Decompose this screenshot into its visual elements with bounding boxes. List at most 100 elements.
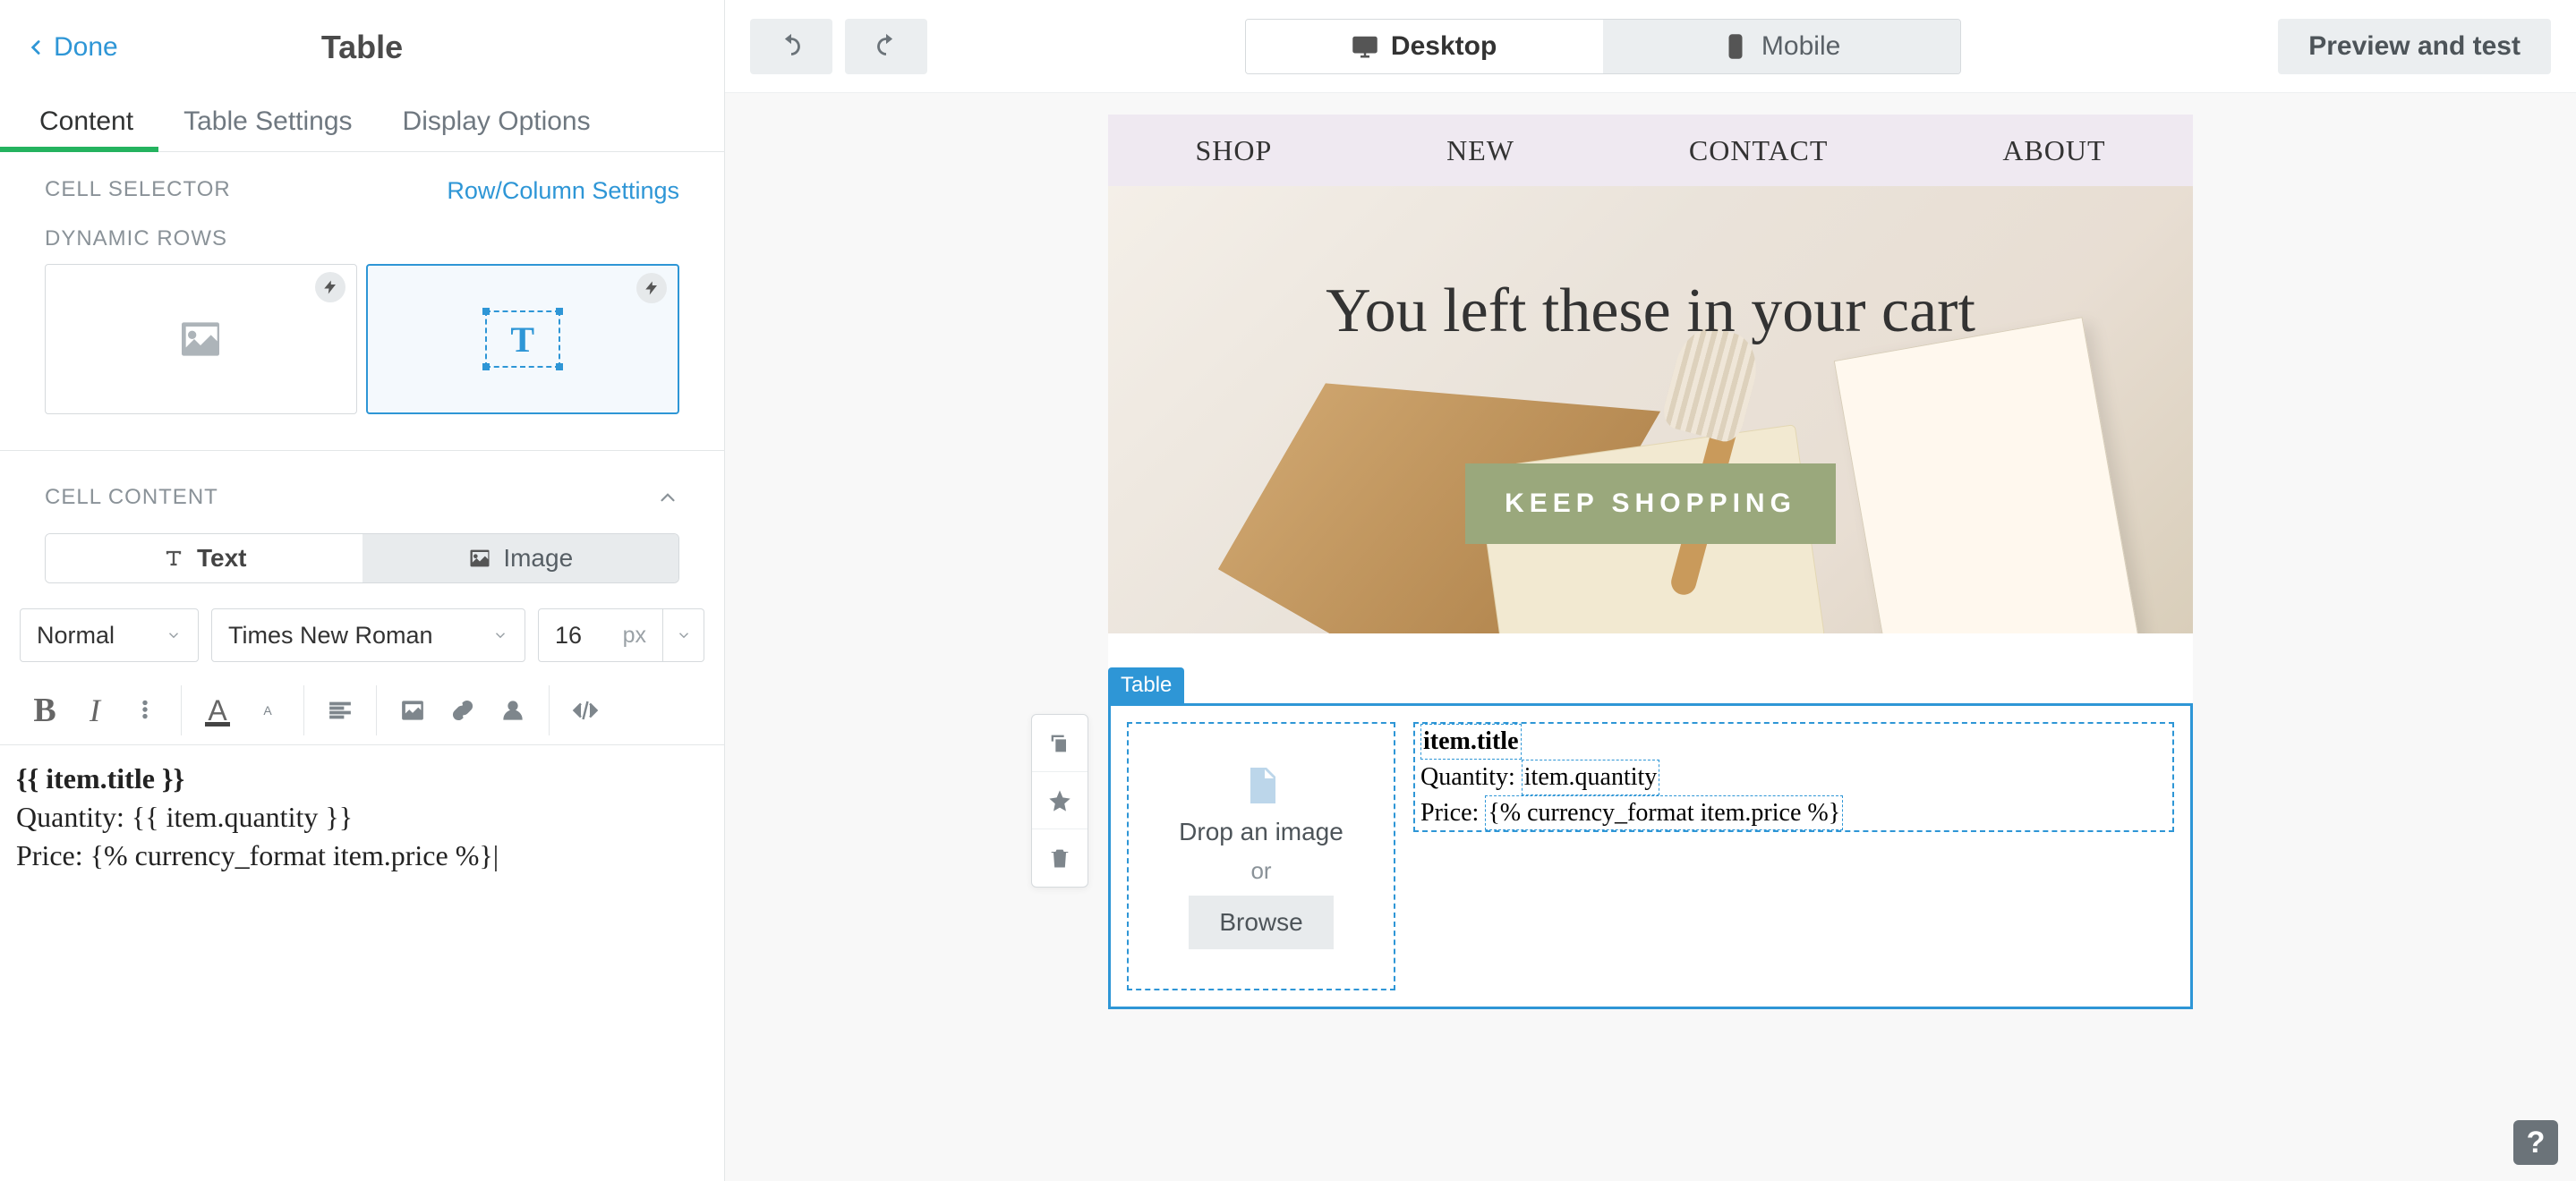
block-delete-button[interactable] — [1032, 829, 1088, 887]
qty-prefix: Quantity: — [1420, 763, 1522, 791]
nav-contact[interactable]: CONTACT — [1689, 134, 1829, 167]
insert-image-button[interactable] — [388, 685, 438, 735]
font-family-value: Times New Roman — [228, 622, 433, 650]
redo-icon — [871, 31, 901, 62]
bold-button[interactable]: B — [20, 685, 70, 735]
align-button[interactable] — [315, 685, 365, 735]
image-icon — [399, 697, 426, 724]
canvas-topbar: Desktop Mobile Preview and test — [725, 0, 2576, 93]
dynamic-bolt-icon — [315, 272, 345, 302]
text-color-button[interactable]: A — [192, 685, 243, 735]
device-desktop-label: Desktop — [1391, 31, 1497, 62]
browse-button[interactable]: Browse — [1189, 896, 1333, 949]
block-actions-toolbar — [1031, 714, 1088, 888]
block-favorite-button[interactable] — [1032, 772, 1088, 829]
font-family-select[interactable]: Times New Roman — [211, 608, 525, 662]
dots-vertical-icon — [133, 698, 157, 721]
code-view-button[interactable] — [560, 685, 610, 735]
table-block-wrap: Table Drop an image or Browse item.title… — [1108, 667, 2193, 1009]
seg-image-label: Image — [503, 544, 573, 573]
block-duplicate-button[interactable] — [1032, 715, 1088, 772]
dynamic-rows-heading: DYNAMIC ROWS — [45, 226, 227, 251]
dynamic-row-text-cell[interactable]: T — [366, 264, 680, 414]
trash-icon — [1047, 845, 1072, 871]
personalization-button[interactable] — [488, 685, 538, 735]
image-drop-cell[interactable]: Drop an image or Browse — [1127, 722, 1395, 990]
more-text-options-button[interactable] — [120, 685, 170, 735]
chevron-down-icon — [676, 627, 692, 643]
cell-content-type-toggle: Text Image — [45, 533, 679, 583]
editor-line-2: Quantity: {{ item.quantity }} — [16, 798, 708, 837]
font-size-input[interactable]: 16 px — [538, 608, 663, 662]
nav-shop[interactable]: SHOP — [1195, 134, 1272, 167]
file-image-icon — [1240, 764, 1283, 807]
nav-about[interactable]: ABOUT — [2002, 134, 2105, 167]
chevron-down-icon — [492, 622, 508, 650]
text-content-cell[interactable]: item.title Quantity: item.quantity Price… — [1413, 722, 2174, 832]
text-icon — [161, 546, 186, 571]
font-size-value: 16 — [555, 622, 582, 650]
link-icon — [449, 697, 476, 724]
dropzone-or: or — [1250, 857, 1271, 885]
preview-and-test-button[interactable]: Preview and test — [2278, 19, 2551, 74]
dynamic-rows-cards: T — [0, 264, 724, 451]
redo-button[interactable] — [845, 19, 927, 74]
chevron-down-icon — [166, 622, 182, 650]
text-toolbar: B I A A — [0, 678, 724, 745]
italic-button[interactable]: I — [70, 685, 120, 735]
device-desktop-button[interactable]: Desktop — [1246, 20, 1603, 73]
cell-content-header: CELL CONTENT — [0, 451, 724, 533]
arrow-left-icon — [25, 36, 48, 59]
seg-image-button[interactable]: Image — [363, 534, 679, 582]
sidebar-tabs: Content Table Settings Display Options — [0, 94, 724, 152]
image-icon — [172, 314, 229, 364]
undo-redo-group — [750, 19, 927, 74]
nav-new[interactable]: NEW — [1446, 134, 1514, 167]
undo-button[interactable] — [750, 19, 832, 74]
settings-sidebar: Done Table Content Table Settings Displa… — [0, 0, 725, 1181]
insert-link-button[interactable] — [438, 685, 488, 735]
table-block-selected[interactable]: Drop an image or Browse item.title Quant… — [1108, 703, 2193, 1009]
token-item-price: {% currency_format item.price %} — [1485, 795, 1843, 831]
email-nav: SHOP NEW CONTACT ABOUT — [1108, 115, 2193, 186]
font-size-unit: px — [623, 623, 646, 649]
chevron-up-icon — [656, 486, 679, 509]
cell-selector-heading: CELL SELECTOR — [45, 177, 231, 201]
cell-selector-section: CELL SELECTOR Row/Column Settings — [0, 152, 724, 223]
dynamic-row-image-cell[interactable] — [45, 264, 357, 414]
code-icon — [572, 697, 599, 724]
sidebar-header: Done Table — [0, 0, 724, 94]
row-column-settings-link[interactable]: Row/Column Settings — [447, 177, 679, 205]
seg-text-label: Text — [197, 544, 247, 573]
done-back-link[interactable]: Done — [25, 32, 118, 63]
tab-table-settings[interactable]: Table Settings — [158, 94, 377, 151]
price-prefix: Price: — [1420, 799, 1485, 827]
editor-line-1: {{ item.title }} — [16, 760, 708, 798]
dropzone-text: Drop an image — [1179, 818, 1343, 846]
email-preview: SHOP NEW CONTACT ABOUT You left these in… — [1108, 115, 2193, 1009]
tab-display-options[interactable]: Display Options — [378, 94, 616, 151]
text-bgcolor-button[interactable]: A — [243, 685, 293, 735]
device-mobile-button[interactable]: Mobile — [1603, 20, 1960, 73]
paragraph-style-value: Normal — [37, 622, 115, 650]
align-left-icon — [327, 697, 354, 724]
help-button[interactable]: ? — [2513, 1120, 2558, 1165]
editor-line-3: Price: {% currency_format item.price %}| — [16, 837, 708, 875]
font-size-dropdown-button[interactable] — [663, 608, 704, 662]
paragraph-style-select[interactable]: Normal — [20, 608, 199, 662]
mobile-icon — [1722, 33, 1749, 60]
dynamic-rows-heading-wrap: DYNAMIC ROWS — [0, 223, 724, 264]
hero-title: You left these in your cart — [1326, 276, 1975, 347]
font-size-control: 16 px — [538, 608, 704, 662]
device-mobile-label: Mobile — [1761, 31, 1840, 62]
seg-text-button[interactable]: Text — [46, 534, 363, 582]
token-item-title: item.title — [1420, 724, 1522, 760]
person-icon — [499, 697, 526, 724]
keep-shopping-button[interactable]: KEEP SHOPPING — [1465, 463, 1836, 544]
email-hero[interactable]: You left these in your cart KEEP SHOPPIN… — [1108, 186, 2193, 633]
collapse-toggle[interactable] — [656, 486, 679, 509]
copy-icon — [1047, 731, 1072, 756]
tab-content[interactable]: Content — [0, 94, 158, 151]
canvas-area: Desktop Mobile Preview and test SHOP NEW… — [725, 0, 2576, 1181]
cell-text-editor[interactable]: {{ item.title }} Quantity: {{ item.quant… — [0, 745, 724, 890]
